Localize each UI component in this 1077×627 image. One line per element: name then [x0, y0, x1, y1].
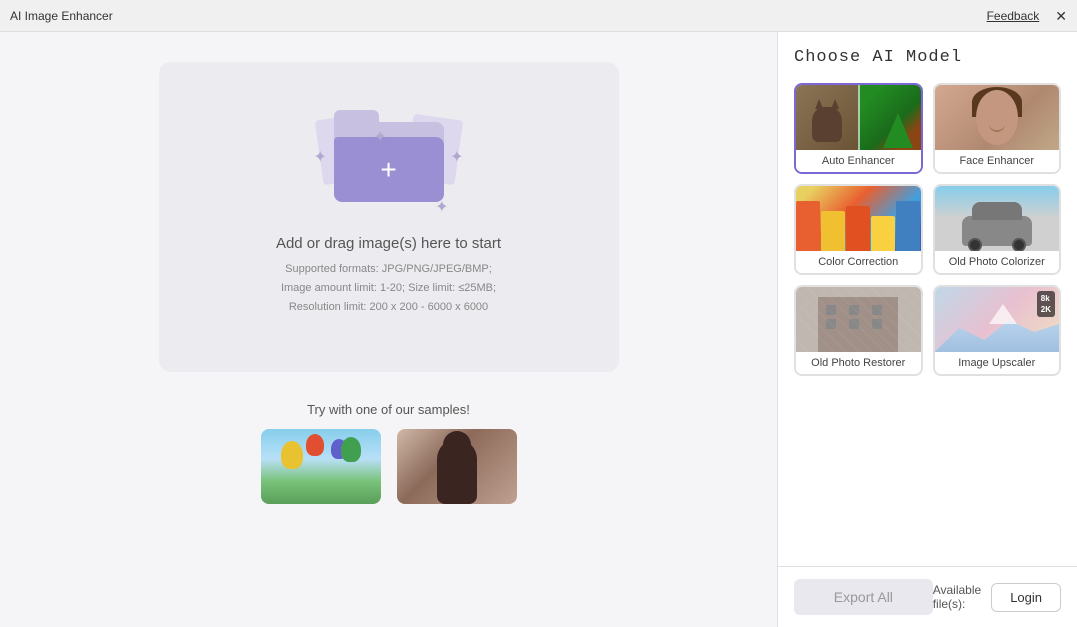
model-label-face-enhancer: Face Enhancer: [935, 150, 1060, 172]
colored-buildings: [796, 201, 921, 251]
subtext-line2: Image amount limit: 1-20; Size limit: ≤2…: [281, 282, 496, 294]
model-card-color-correction[interactable]: Color Correction: [794, 184, 923, 275]
model-card-auto-enhancer[interactable]: Auto Enhancer: [794, 83, 923, 174]
folder-plus-icon: +: [380, 156, 396, 184]
old-car: [962, 216, 1032, 246]
close-button[interactable]: ✕: [1055, 9, 1067, 23]
available-files-area: Available file(s): Login: [933, 583, 1061, 612]
model-card-old-photo-restorer[interactable]: Old Photo Restorer: [794, 285, 923, 376]
auto-enhancer-left: [796, 85, 858, 150]
main-layout: + ✦ ✦ ✦ ✦ Add or drag image(s) here to s…: [0, 32, 1077, 627]
old-car-wheel-left: [968, 238, 982, 251]
building-3: [846, 206, 870, 251]
choose-model-title: Choose AI Model: [794, 48, 1061, 67]
model-thumb-old-restorer: [796, 287, 921, 352]
drop-zone-sub-text: Supported formats: JPG/PNG/JPEG/BMP; Ima…: [281, 260, 496, 316]
subtext-line1: Supported formats: JPG/PNG/JPEG/BMP;: [285, 263, 492, 275]
feedback-link[interactable]: Feedback: [987, 9, 1040, 23]
model-card-face-enhancer[interactable]: Face Enhancer: [933, 83, 1062, 174]
model-thumb-face-enhancer: [935, 85, 1060, 150]
app-title: AI Image Enhancer: [10, 9, 113, 23]
login-button[interactable]: Login: [991, 583, 1061, 612]
old-car-body: [972, 202, 1022, 220]
sparkle-icon-4: ✦: [435, 197, 448, 217]
left-panel: + ✦ ✦ ✦ ✦ Add or drag image(s) here to s…: [0, 32, 777, 627]
drop-zone-main-text: Add or drag image(s) here to start: [276, 235, 501, 252]
model-thumb-image-upscaler: 8k2K: [935, 287, 1060, 352]
samples-label: Try with one of our samples!: [307, 402, 470, 417]
old-car-wheel-right: [1012, 238, 1026, 251]
bottom-bar: Export All Available file(s): Login: [778, 566, 1077, 627]
upscale-badge: 8k2K: [1037, 291, 1055, 317]
building-1: [796, 201, 820, 251]
titlebar-controls: Feedback ✕: [987, 9, 1067, 23]
scratch-overlay: [796, 287, 921, 352]
model-label-auto-enhancer: Auto Enhancer: [796, 150, 921, 172]
sparkle-icon-1: ✦: [314, 147, 327, 167]
sample-balloons[interactable]: [261, 429, 381, 504]
drop-zone-icon: + ✦ ✦ ✦ ✦: [324, 117, 454, 217]
folder-front: +: [334, 137, 444, 202]
sparkle-icon-2: ✦: [374, 127, 387, 147]
building-2: [821, 211, 845, 251]
model-label-old-photo-restorer: Old Photo Restorer: [796, 352, 921, 374]
divider-line: [858, 85, 860, 150]
balloon-yellow: [281, 441, 303, 469]
auto-enhancer-right: [858, 85, 920, 150]
model-label-old-photo-colorizer: Old Photo Colorizer: [935, 251, 1060, 273]
christmas-tree: [883, 113, 913, 148]
model-panel-content: Choose AI Model Auto Enhancer: [778, 32, 1077, 566]
girl-silhouette: [437, 439, 477, 504]
drop-zone[interactable]: + ✦ ✦ ✦ ✦ Add or drag image(s) here to s…: [159, 62, 619, 372]
available-files-label: Available file(s):: [933, 583, 981, 611]
building-5: [896, 201, 920, 251]
sample-girl[interactable]: [397, 429, 517, 504]
balloon-red: [306, 434, 324, 456]
model-thumb-color-correction: [796, 186, 921, 251]
model-card-image-upscaler[interactable]: 8k2K Image Upscaler: [933, 285, 1062, 376]
right-panel: Choose AI Model Auto Enhancer: [777, 32, 1077, 627]
model-label-color-correction: Color Correction: [796, 251, 921, 273]
model-thumb-old-colorizer: [935, 186, 1060, 251]
samples-row: [261, 429, 517, 504]
subtext-line3: Resolution limit: 200 x 200 - 6000 x 600…: [289, 301, 488, 313]
snow-top: [989, 304, 1017, 324]
balloon-green: [341, 437, 361, 462]
model-grid: Auto Enhancer Face Enhancer: [794, 83, 1061, 376]
building-4: [871, 216, 895, 251]
titlebar: AI Image Enhancer Feedback ✕: [0, 0, 1077, 32]
cat-shape-left: [812, 107, 842, 142]
face-oval: [976, 90, 1018, 145]
sparkle-icon-3: ✦: [450, 147, 463, 167]
model-thumb-auto-enhancer: [796, 85, 921, 150]
model-card-old-photo-colorizer[interactable]: Old Photo Colorizer: [933, 184, 1062, 275]
model-label-image-upscaler: Image Upscaler: [935, 352, 1060, 374]
export-all-button[interactable]: Export All: [794, 579, 933, 615]
